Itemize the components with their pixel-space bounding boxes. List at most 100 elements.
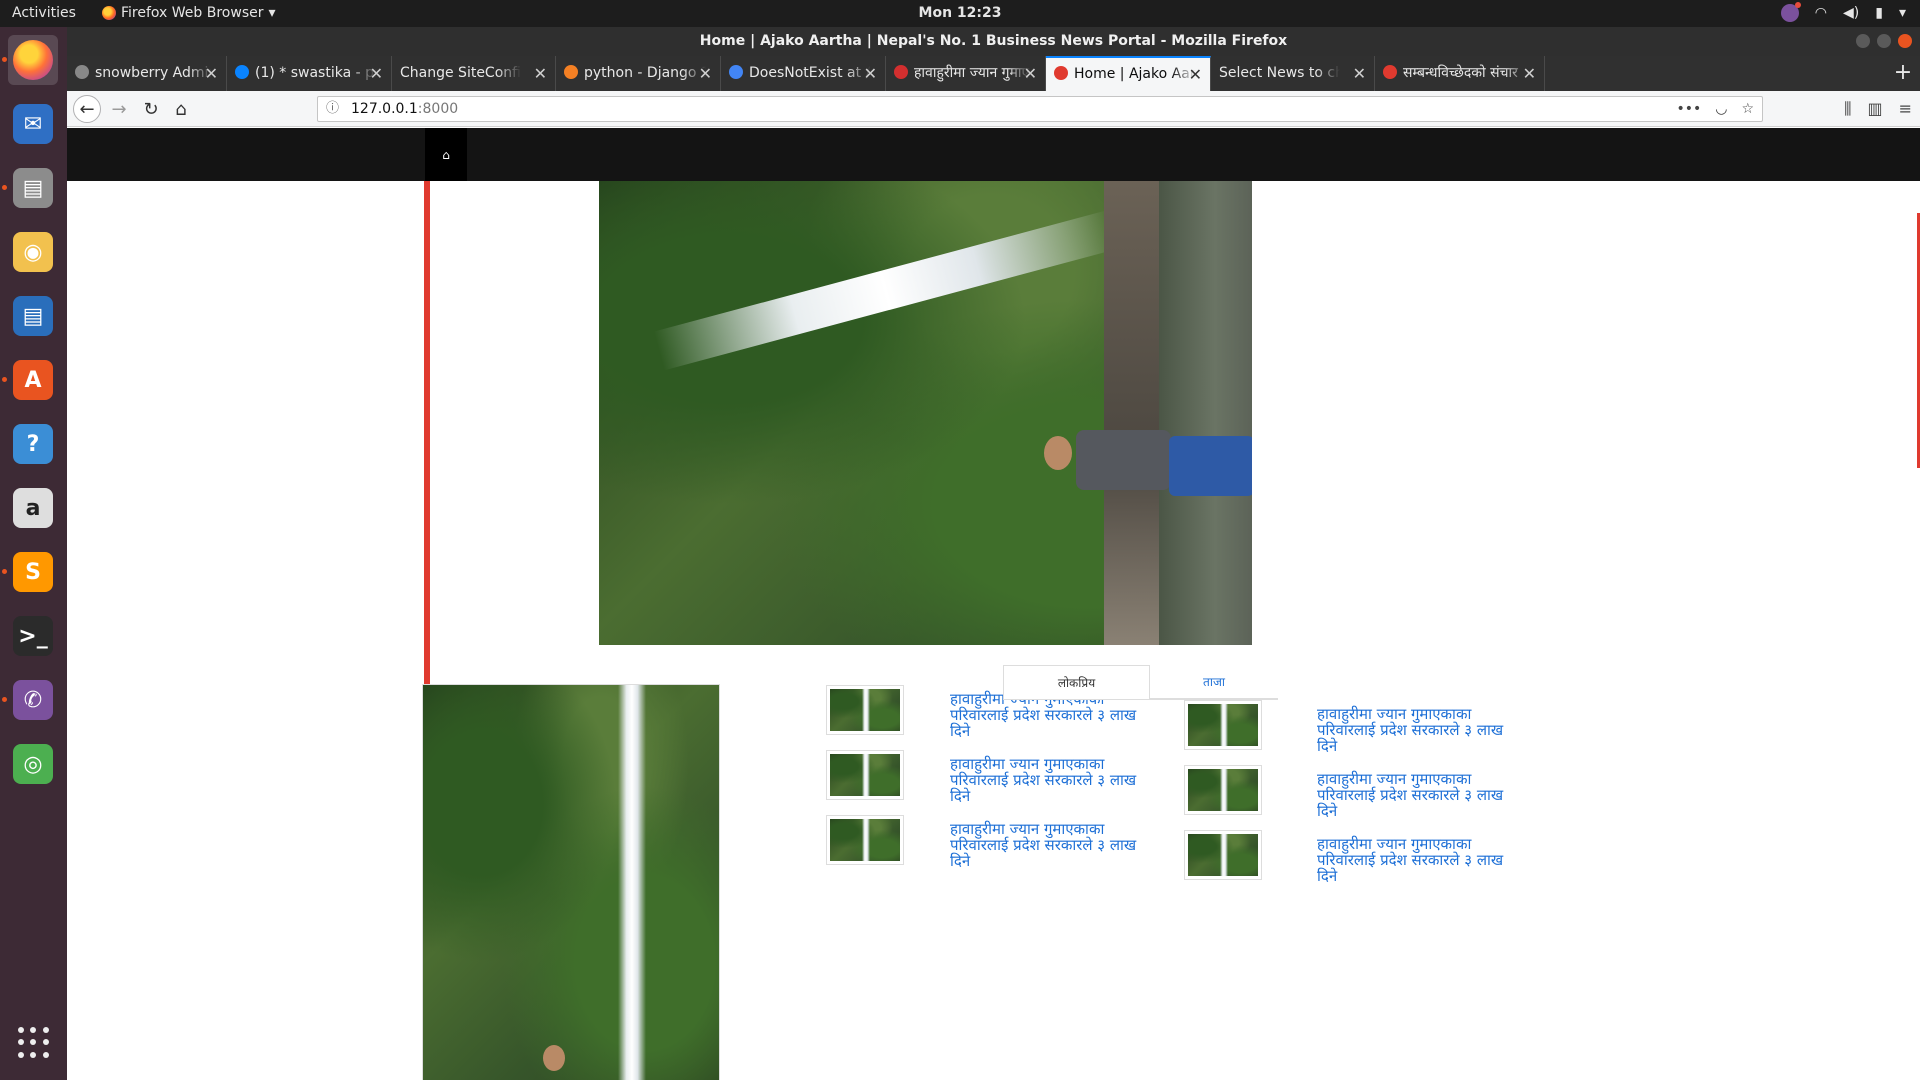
dock-item[interactable] — [8, 35, 58, 85]
dock-item[interactable]: ✆ — [8, 675, 58, 725]
forward-button[interactable]: → — [105, 95, 133, 123]
browser-tab[interactable]: Select News to change | D ✕ — [1211, 56, 1375, 91]
system-tray[interactable]: ◠ ◀) ▮ ▾ — [1780, 2, 1906, 22]
dock-item[interactable]: ✉ — [8, 99, 58, 149]
sidebar-icon[interactable]: ▥ — [1867, 99, 1882, 119]
chrome-icon: ◎ — [13, 744, 53, 784]
news-headline-link[interactable]: हावाहुरीमा ज्यान गुमाएकाका परिवारलाई प्र… — [950, 821, 1150, 869]
home-button[interactable]: ⌂ — [167, 95, 195, 123]
show-applications-icon[interactable] — [18, 1027, 50, 1059]
news-headline-link[interactable]: हावाहुरीमा ज्यान गुमाएकाका परिवारलाई प्र… — [1317, 706, 1517, 754]
thumbnail-image — [1188, 704, 1258, 746]
dock-item[interactable]: A — [8, 355, 58, 405]
tab-close-icon[interactable]: ✕ — [1523, 56, 1536, 91]
sublime-icon: S — [13, 552, 53, 592]
tab-favicon-icon — [729, 64, 743, 79]
activities-button[interactable]: Activities — [12, 5, 76, 21]
browser-tab[interactable]: हावाहुरीमा ज्यान गुमाए ✕ — [886, 56, 1046, 91]
page-actions-icon[interactable]: ••• — [1676, 97, 1701, 121]
volume-icon[interactable]: ◀) — [1843, 5, 1859, 21]
dock-item[interactable]: S — [8, 547, 58, 597]
firefox-icon — [102, 6, 116, 20]
tab-close-icon[interactable]: ✕ — [1189, 58, 1202, 91]
tab-close-icon[interactable]: ✕ — [205, 56, 218, 91]
news-thumbnail[interactable] — [1184, 700, 1262, 750]
news-thumbnail[interactable] — [826, 815, 904, 865]
maximize-button[interactable] — [1877, 34, 1891, 48]
tab-title: सम्बन्धविच्छेदको संचार — [1403, 65, 1518, 81]
dock-item[interactable]: ◉ — [8, 227, 58, 277]
tab-latest[interactable]: ताजा — [1150, 665, 1278, 699]
dock-item[interactable]: ▤ — [8, 291, 58, 341]
pocket-icon[interactable]: ◡ — [1715, 97, 1727, 121]
back-arrow-icon: ← — [79, 98, 95, 120]
battery-icon[interactable]: ▮ — [1875, 5, 1883, 21]
dock-item[interactable]: ▤ — [8, 163, 58, 213]
reload-button[interactable]: ↻ — [137, 95, 165, 123]
tab-title: Select News to change | D — [1219, 65, 1340, 81]
tab-close-icon[interactable]: ✕ — [1353, 56, 1366, 91]
home-icon: ⌂ — [442, 147, 450, 162]
writer-icon: ▤ — [13, 296, 53, 336]
browser-tab[interactable]: सम्बन्धविच्छेदको संचार ✕ — [1375, 56, 1545, 91]
tab-popular[interactable]: लोकप्रिय — [1003, 665, 1150, 699]
news-thumbnail[interactable] — [826, 685, 904, 735]
tab-favicon-icon — [75, 64, 89, 79]
rocks-shape — [1104, 181, 1159, 645]
rhythmbox-icon: ◉ — [13, 232, 53, 272]
close-window-button[interactable] — [1898, 34, 1912, 48]
browser-tab[interactable]: Change SiteConfig | Djan ✕ — [392, 56, 556, 91]
browser-tab[interactable]: (1) * swastika - prixa_✕ — [227, 56, 392, 91]
browser-tab[interactable]: DoesNotExist at / - G✕ — [721, 56, 886, 91]
clock[interactable]: Mon 12:23 — [919, 5, 1002, 21]
news-headline-link[interactable]: हावाहुरीमा ज्यान गुमाएकाका परिवारलाई प्र… — [1317, 836, 1517, 884]
news-headline-link[interactable]: हावाहुरीमा ज्यान गुमाएकाका परिवारलाई प्र… — [950, 756, 1150, 804]
wifi-icon[interactable]: ◠ — [1815, 5, 1827, 21]
app-menu[interactable]: Firefox Web Browser ▾ — [102, 5, 276, 21]
help-icon: ? — [13, 424, 53, 464]
tab-close-icon[interactable]: ✕ — [534, 56, 547, 91]
url-host: 127.0.0.1 — [351, 101, 418, 117]
thumbnail-image — [1188, 834, 1258, 876]
tab-title: python - Django 1.8 R — [584, 65, 706, 81]
site-home-button[interactable]: ⌂ — [425, 128, 467, 181]
tab-close-icon[interactable]: ✕ — [864, 56, 877, 91]
browser-tab[interactable]: Home | Ajako Aartha✕ — [1046, 56, 1211, 91]
browser-tab[interactable]: snowberry Administratio✕ — [67, 56, 227, 91]
terminal-icon: >_ — [13, 616, 53, 656]
viber-tray-icon[interactable] — [1780, 2, 1801, 22]
chevron-down-icon[interactable]: ▾ — [1899, 5, 1906, 21]
url-text[interactable]: 127.0.0.1:8000 — [351, 97, 458, 121]
news-thumbnail[interactable] — [1184, 830, 1262, 880]
news-thumbnail[interactable] — [826, 750, 904, 800]
gnome-top-bar: Activities Firefox Web Browser ▾ Mon 12:… — [0, 0, 1920, 27]
info-icon[interactable]: ⓘ — [326, 97, 339, 121]
bookmark-star-icon[interactable]: ☆ — [1741, 97, 1754, 121]
dock-item[interactable]: a — [8, 483, 58, 533]
viber-icon: ✆ — [13, 680, 53, 720]
news-headline-link[interactable]: हावाहुरीमा ज्यान गुमाएकाका परिवारलाई प्र… — [1317, 771, 1517, 819]
back-button[interactable]: ← — [73, 95, 101, 123]
library-icon[interactable]: ⫼ — [1844, 99, 1851, 119]
tab-title: Change SiteConfig | Djan — [400, 65, 521, 81]
tab-close-icon[interactable]: ✕ — [370, 56, 383, 91]
dock-item[interactable]: >_ — [8, 611, 58, 661]
tab-title: DoesNotExist at / - G — [749, 65, 871, 81]
browser-tab[interactable]: python - Django 1.8 R✕ — [556, 56, 721, 91]
running-indicator — [2, 185, 7, 190]
lead-article-image[interactable] — [422, 684, 720, 1080]
news-thumbnail[interactable] — [1184, 765, 1262, 815]
tab-close-icon[interactable]: ✕ — [1024, 56, 1037, 91]
url-bar[interactable]: ⓘ 127.0.0.1:8000 ••• ◡ ☆ — [317, 96, 1763, 122]
url-port: :8000 — [417, 101, 459, 117]
dock-item[interactable]: ◎ — [8, 739, 58, 789]
pool-shape — [1159, 181, 1252, 645]
featured-news-image[interactable] — [599, 181, 1252, 645]
dock-item[interactable]: ? — [8, 419, 58, 469]
hamburger-menu-icon[interactable]: ≡ — [1899, 99, 1912, 119]
tab-favicon-icon — [1383, 64, 1397, 79]
tab-close-icon[interactable]: ✕ — [699, 56, 712, 91]
files-icon: ▤ — [13, 168, 53, 208]
new-tab-button[interactable]: + — [1890, 56, 1916, 89]
minimize-button[interactable] — [1856, 34, 1870, 48]
